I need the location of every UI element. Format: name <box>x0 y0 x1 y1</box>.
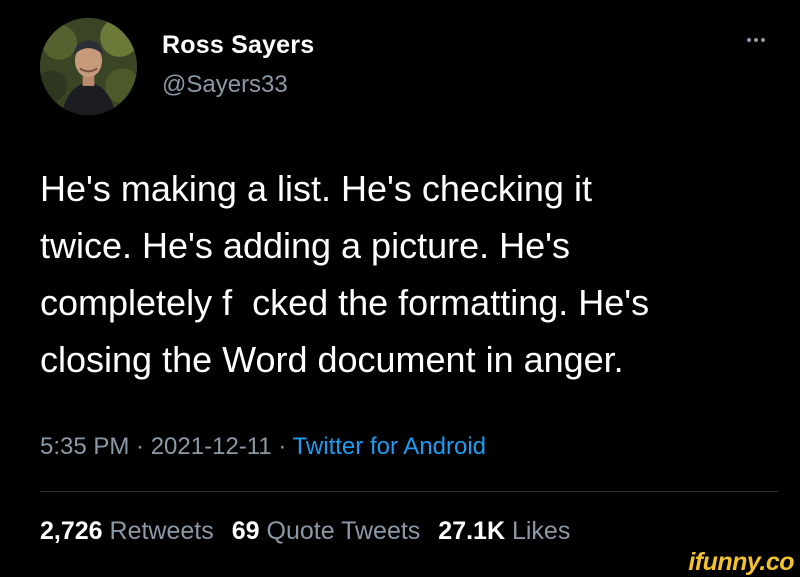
tweet-stats: 2,726 Retweets 69 Quote Tweets 27.1K Likes <box>40 517 570 546</box>
avatar[interactable] <box>40 18 137 115</box>
likes-label: Likes <box>511 517 571 545</box>
quote-tweets-stat[interactable]: 69 Quote Tweets <box>232 517 421 545</box>
quote-tweets-count: 69 <box>231 517 260 545</box>
author-display-name[interactable]: Ross Sayers <box>162 31 314 60</box>
more-options-icon[interactable] <box>736 28 776 52</box>
retweets-label: Retweets <box>109 517 214 545</box>
tweet-text: He's making a list. He's checking it twi… <box>40 168 650 380</box>
tweet-meta: 5:35 PM · 2021-12-11 · Twitter for Andro… <box>40 433 486 461</box>
retweets-stat[interactable]: 2,726 Retweets <box>40 517 214 545</box>
ifunny-watermark: ifunny.co <box>688 548 794 576</box>
avatar-photo <box>40 18 137 115</box>
author-handle[interactable]: @Sayers33 <box>162 71 288 99</box>
likes-count: 27.1K <box>438 517 506 545</box>
quote-tweets-label: Quote Tweets <box>266 517 421 545</box>
tweet-source-link[interactable]: Twitter for Android <box>293 433 486 460</box>
more-dot <box>754 38 758 42</box>
retweets-count: 2,726 <box>40 517 103 545</box>
more-dot <box>747 38 751 42</box>
more-dot <box>761 38 765 42</box>
likes-stat[interactable]: 27.1K Likes <box>438 517 570 545</box>
tweet-card: Ross Sayers @Sayers33 He's making a list… <box>0 0 800 552</box>
tweet-timestamp[interactable]: 5:35 PM · 2021-12-11 · <box>40 433 293 460</box>
watermark-bar <box>0 552 800 574</box>
divider <box>40 491 778 492</box>
